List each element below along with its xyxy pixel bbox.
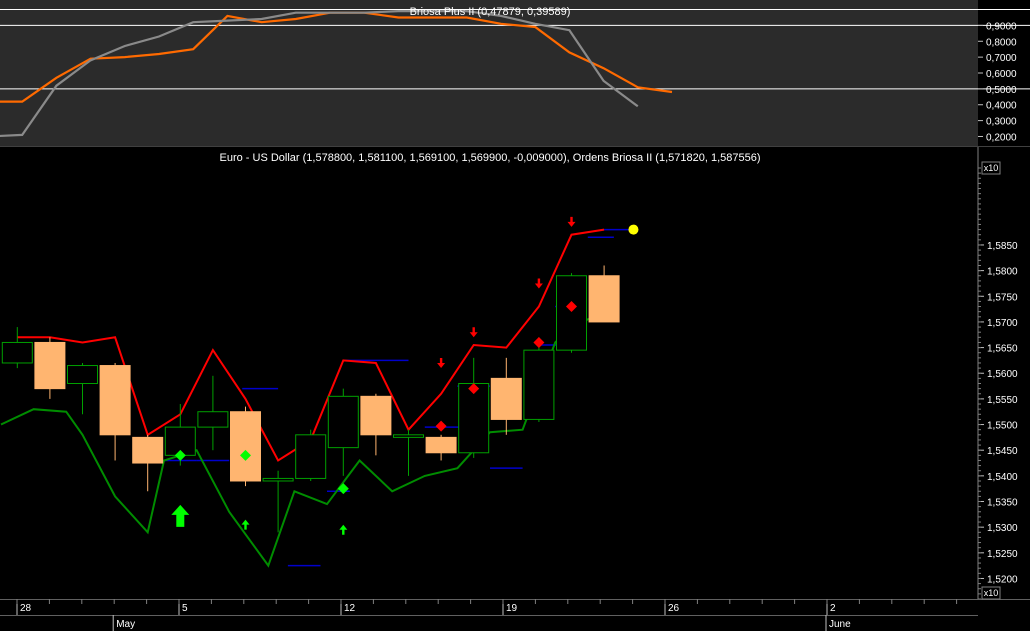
main-y-tick-label: 1,5400	[987, 472, 1018, 483]
x-tick-label: 19	[506, 603, 518, 614]
bullish-candle-body	[197, 411, 229, 428]
bearish-candle-body	[425, 436, 457, 454]
indicator-y-tick-label: 0,8000	[986, 37, 1017, 48]
main-y-tick-label: 1,5550	[987, 395, 1018, 406]
bullish-candle-body	[295, 434, 327, 479]
bearish-candle-body	[132, 436, 164, 464]
main-y-tick-label: 1,5500	[987, 421, 1018, 432]
bearish-candle-body	[360, 395, 392, 436]
bullish-candle-body	[67, 365, 98, 384]
bearish-candle-body	[490, 377, 522, 420]
x-tick-label: 26	[668, 603, 680, 614]
indicator-y-tick-label: 0,5000	[986, 85, 1017, 96]
x-tick-label: 12	[344, 603, 356, 614]
indicator-y-tick-label: 0,9000	[986, 21, 1017, 32]
month-label: May	[116, 619, 135, 630]
indicator-y-tick-label: 0,2000	[986, 132, 1017, 143]
x-tick-label: 2	[830, 603, 836, 614]
indicator-y-tick-label: 0,7000	[986, 53, 1017, 64]
bullish-candle-body	[523, 349, 555, 420]
main-y-tick-label: 1,5800	[987, 267, 1018, 278]
main-y-tick-label: 1,5350	[987, 498, 1018, 509]
indicator-title: Briosa Plus II (0,47879, 0,39589)	[410, 6, 571, 18]
bearish-candle-body	[99, 365, 131, 436]
bullish-candle-body	[1, 341, 33, 364]
bearish-candle-body	[34, 341, 66, 390]
x-tick-label: 5	[182, 603, 188, 614]
indicator-y-tick-label: 0,4000	[986, 101, 1017, 112]
bullish-candle-body	[262, 477, 294, 482]
indicator-y-tick-label: 0,3000	[986, 117, 1017, 128]
main-y-tick-label: 1,5300	[987, 523, 1018, 534]
bearish-candle-body	[588, 275, 620, 323]
bearish-candle-body	[230, 411, 261, 482]
x-unit-badge: x10	[984, 588, 999, 598]
main-chart-title: Euro - US Dollar (1,578800, 1,581100, 1,…	[220, 152, 761, 164]
main-y-tick-label: 1,5450	[987, 446, 1018, 457]
indicator-y-tick-label: 0,6000	[986, 69, 1017, 80]
month-label: June	[829, 619, 851, 630]
main-y-tick-label: 1,5650	[987, 344, 1018, 355]
chart-canvas: 0,9000 0,8000 0,7000 0,6000 0,5000 0,4000 0,30…	[0, 0, 1030, 631]
last-price-marker	[628, 224, 639, 235]
main-y-axis: 1,5850 1,5800 1,5750 1,5700 1,5650 1,5600 1,55…	[978, 167, 1018, 600]
main-y-tick-label: 1,5250	[987, 549, 1018, 560]
bullish-candle-body	[556, 275, 587, 351]
main-unit-badge: x10	[984, 163, 999, 173]
main-y-tick-label: 1,5850	[987, 241, 1018, 252]
bullish-candle-body	[393, 434, 424, 438]
main-y-tick-label: 1,5750	[987, 292, 1018, 303]
bullish-candle-body	[327, 395, 359, 449]
x-tick-label: 28	[20, 603, 32, 614]
main-y-tick-label: 1,5600	[987, 369, 1018, 380]
main-y-tick-label: 1,5700	[987, 318, 1018, 329]
main-y-tick-label: 1,5200	[987, 574, 1018, 585]
